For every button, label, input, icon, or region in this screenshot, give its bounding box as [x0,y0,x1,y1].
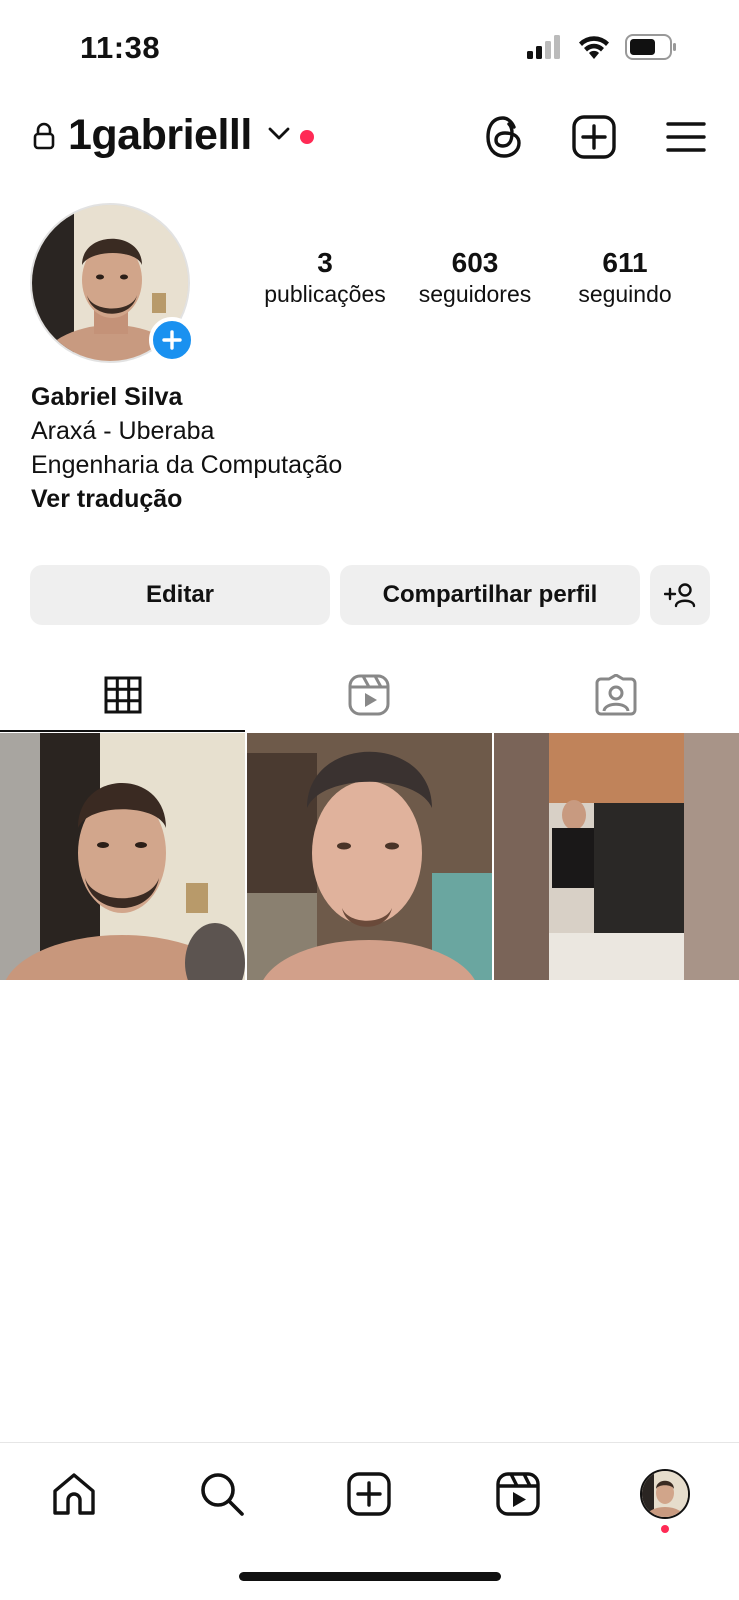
chevron-down-icon[interactable] [268,127,290,141]
add-person-icon [664,583,696,608]
profile-bio: Gabriel Silva Araxá - Uberaba Engenharia… [31,380,342,516]
tab-tagged[interactable] [493,658,739,732]
post-thumbnail[interactable] [0,733,245,980]
bio-line: Engenharia da Computação [31,451,343,479]
cellular-signal-icon [527,35,560,59]
grid-icon [104,676,142,714]
battery-icon [625,34,676,60]
profile-avatar[interactable] [30,203,195,365]
plus-icon [162,330,182,350]
see-translation-link[interactable]: Ver tradução [31,482,342,516]
nav-reels[interactable] [492,1468,544,1520]
threads-button[interactable] [480,113,528,161]
create-post-button[interactable] [570,113,618,161]
tab-reels[interactable] [246,658,492,732]
tab-grid[interactable] [0,658,246,732]
create-post-icon [347,1472,391,1516]
create-post-icon [572,115,616,159]
stat-followers-label: seguidores [418,280,532,307]
discover-people-button[interactable] [650,565,710,625]
profile-header: 1gabrielll [0,105,739,169]
posts-grid [0,733,739,980]
stat-followers-value: 603 [451,247,499,278]
nav-create[interactable] [343,1468,395,1520]
reels-icon [496,1472,540,1516]
nav-home[interactable] [48,1468,100,1520]
share-profile-button[interactable]: Compartilhar perfil [340,565,640,625]
status-icons [527,34,677,60]
bio-line: Araxá - Uberaba [31,417,215,445]
stat-posts[interactable]: 3 publicações [250,246,400,309]
edit-profile-button[interactable]: Editar [30,565,330,625]
home-icon [53,1473,95,1515]
stat-posts-value: 3 [317,247,333,278]
avatar [640,1469,690,1519]
stat-posts-label: publicações [264,280,386,307]
profile-notification-dot [661,1525,669,1533]
stat-following-label: seguindo [578,280,672,307]
nav-search[interactable] [196,1468,248,1520]
username-switcher[interactable]: 1gabrielll [68,111,252,160]
nav-profile[interactable] [639,1468,691,1520]
threads-icon [486,116,521,158]
profile-actions: Editar Compartilhar perfil [30,565,710,625]
post-thumbnail[interactable] [494,733,739,980]
notification-dot [300,130,314,144]
status-time: 11:38 [80,30,161,65]
profile-tabs [0,658,739,732]
home-indicator [239,1572,501,1581]
search-icon [201,1473,244,1516]
post-photo [494,733,739,980]
reels-icon [348,674,390,716]
lock-icon [33,122,55,150]
profile-stats: 3 publicações 603 seguidores 611 seguind… [250,246,700,309]
post-photo [0,733,245,980]
avatar-photo [642,1471,688,1517]
active-tab-indicator [0,730,245,732]
menu-button[interactable] [662,113,710,161]
tagged-icon [595,674,637,716]
stat-following-value: 611 [602,247,648,278]
stat-following[interactable]: 611 seguindo [550,246,700,309]
add-story-button[interactable] [149,317,195,363]
wifi-icon [579,36,609,59]
post-thumbnail[interactable] [247,733,492,980]
post-photo [247,733,492,980]
stat-followers[interactable]: 603 seguidores [400,246,550,309]
status-bar: 11:38 [0,0,739,90]
profile-name: Gabriel Silva [31,383,183,411]
bottom-navigation [0,1442,739,1542]
menu-icon [666,122,706,152]
